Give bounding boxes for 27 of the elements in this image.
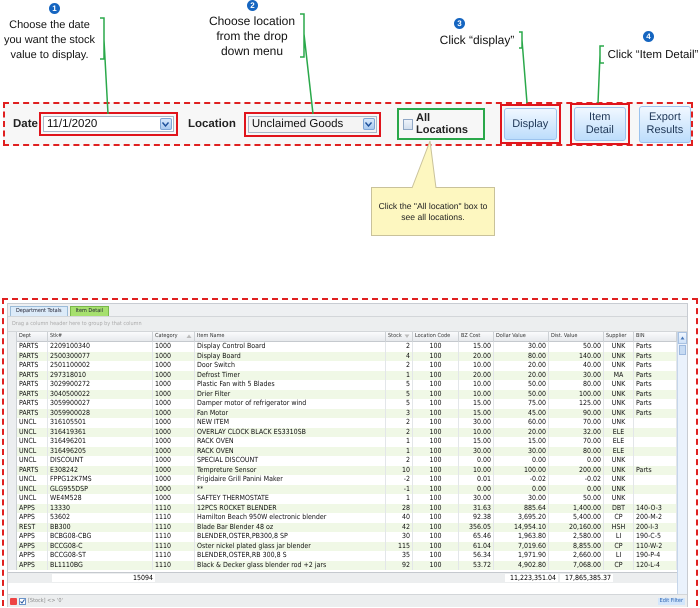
location-dropdown[interactable]: Unclaimed Goods [248,116,377,132]
step-number: 3 [454,18,465,29]
checkbox[interactable] [19,598,26,604]
checkbox[interactable] [402,118,414,130]
up-arrow-icon [680,336,685,340]
dropdown-icon [362,118,375,130]
item-detail-button[interactable]: Item Detail [574,107,626,141]
step-number: 4 [643,31,654,42]
step-number: 1 [49,3,60,14]
scroll-thumb[interactable] [679,345,686,355]
all-locations-label: All Locations [416,112,469,136]
scroll-up-button[interactable] [678,332,687,344]
date-field[interactable]: 11/1/2020 [42,116,174,132]
callout-text: Choose location from the drop down menu [208,14,296,59]
dropdown-icon [160,118,172,130]
display-button[interactable]: Display [504,108,557,140]
callout-text: Choose the date you want the stock value to display. [2,18,96,63]
step-number: 2 [247,0,258,11]
date-label: Date [13,118,38,130]
callout-text: Click “Item Detail” [606,48,700,63]
callout-text: Click “display” [438,33,516,48]
export-results-button[interactable]: Export Results [638,106,691,142]
leader-line [597,45,605,104]
tooltip-pointer [412,140,436,188]
location-label: Location [188,118,236,130]
scrollbar[interactable] [677,332,687,594]
clear-filter-icon[interactable] [10,598,17,604]
